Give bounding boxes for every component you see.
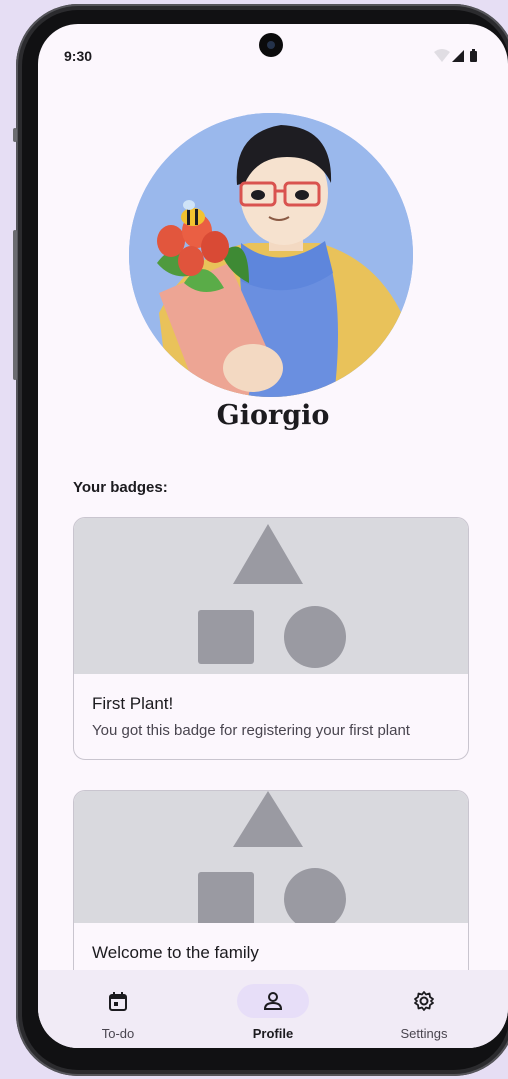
- signal-icon: [452, 50, 464, 62]
- status-icons: [432, 48, 482, 64]
- square-shape: [198, 610, 254, 664]
- nav-label-profile: Profile: [252, 1026, 294, 1041]
- nav-item-profile[interactable]: Profile: [195, 970, 351, 1048]
- triangle-shape: [233, 791, 303, 847]
- circle-shape: [284, 606, 346, 668]
- app-screen: 9:30 Giorgio Your badges: First Plant! Y…: [38, 24, 508, 1048]
- square-shape: [198, 872, 254, 926]
- profile-name: Giorgio: [216, 400, 330, 431]
- volume-button: [13, 230, 17, 380]
- profile-avatar[interactable]: [129, 113, 413, 397]
- badge-title: Welcome to the family: [92, 943, 259, 962]
- triangle-shape: [233, 524, 303, 584]
- bottom-navigation: To-do Profile Settings: [38, 970, 508, 1048]
- nav-item-todo[interactable]: To-do: [40, 970, 196, 1048]
- badge-image-placeholder: [74, 518, 468, 674]
- person-icon: [263, 992, 283, 1010]
- nav-label-todo: To-do: [101, 1026, 135, 1041]
- badge-description: You got this badge for registering your …: [92, 722, 410, 739]
- nav-item-settings[interactable]: Settings: [346, 970, 502, 1048]
- badge-image-placeholder: [74, 791, 468, 930]
- battery-icon: [470, 51, 477, 62]
- badges-heading: Your badges:: [73, 479, 168, 496]
- gear-icon: [414, 991, 434, 1011]
- status-time: 9:30: [64, 48, 93, 64]
- nav-label-settings: Settings: [400, 1026, 448, 1041]
- front-camera: [259, 33, 283, 57]
- calendar-icon: [109, 992, 127, 1011]
- wifi-icon: [434, 49, 450, 62]
- circle-shape: [284, 868, 346, 930]
- badge-card[interactable]: First Plant! You got this badge for regi…: [73, 517, 469, 760]
- badge-title: First Plant!: [92, 694, 174, 713]
- side-button: [13, 128, 17, 142]
